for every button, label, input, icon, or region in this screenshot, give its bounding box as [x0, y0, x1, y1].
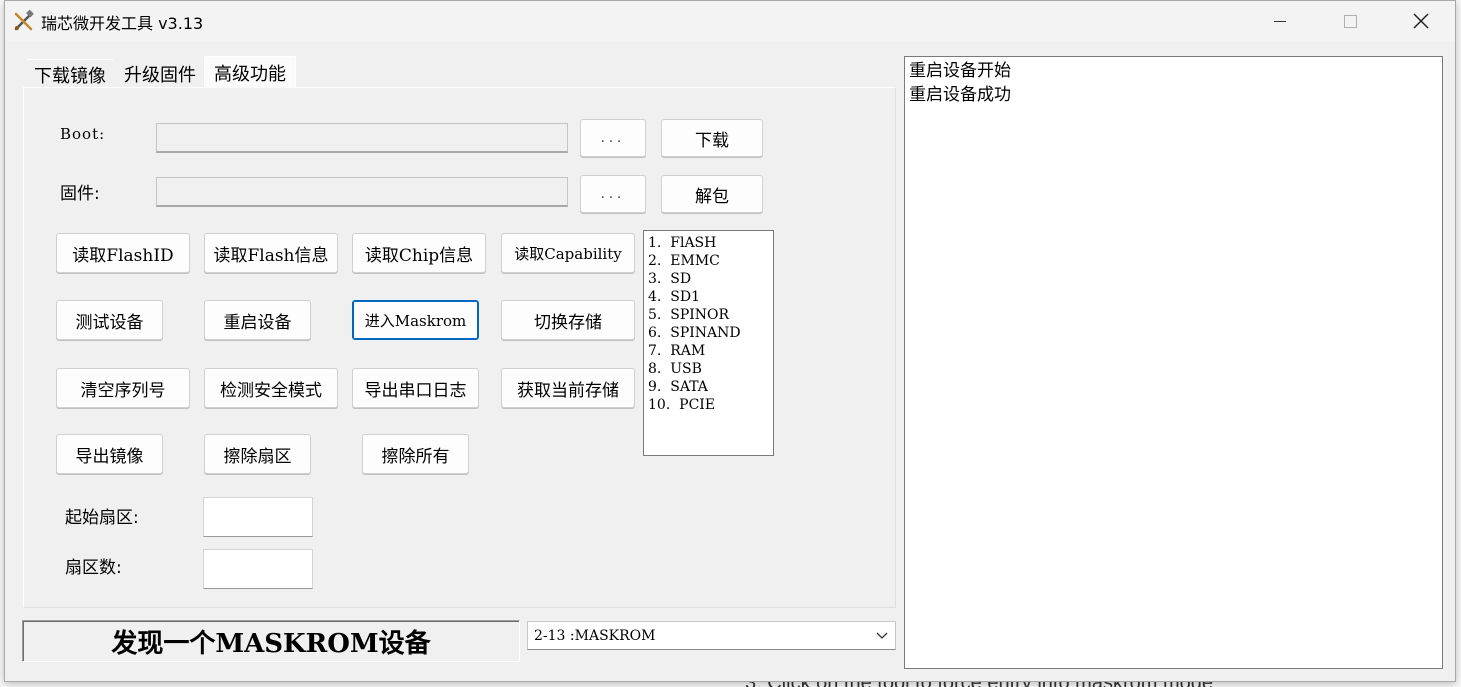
- log-line: 重启设备成功: [909, 85, 1011, 105]
- sector-count-label: 扇区数:: [65, 558, 122, 578]
- close-icon: [1413, 13, 1429, 29]
- firmware-browse-button[interactable]: ...: [580, 175, 646, 213]
- erase-sectors-button[interactable]: 擦除扇区: [204, 434, 311, 474]
- tab-upgrade-firmware[interactable]: 升级固件: [117, 59, 203, 89]
- list-item[interactable]: 6. SPINAND: [648, 324, 769, 342]
- reboot-device-button[interactable]: 重启设备: [204, 300, 311, 340]
- enter-maskrom-button[interactable]: 进入Maskrom: [352, 300, 479, 340]
- boot-path-field[interactable]: [156, 123, 568, 153]
- list-item[interactable]: 1. FlASH: [648, 234, 769, 252]
- read-capability-button[interactable]: 读取Capability: [501, 233, 635, 273]
- log-output[interactable]: 重启设备开始 重启设备成功: [904, 56, 1443, 669]
- firmware-label: 固件:: [60, 184, 100, 204]
- start-sector-input[interactable]: [203, 497, 313, 537]
- boot-label: Boot:: [60, 125, 106, 143]
- maximize-icon: [1343, 14, 1357, 28]
- boot-browse-button[interactable]: ...: [580, 119, 646, 157]
- minimize-icon: [1274, 20, 1286, 22]
- export-serial-log-button[interactable]: 导出串口日志: [352, 368, 479, 408]
- device-select[interactable]: 2-13 :MASKROM: [527, 621, 896, 650]
- erase-all-button[interactable]: 擦除所有: [362, 434, 469, 474]
- read-chip-info-button[interactable]: 读取Chip信息: [352, 233, 486, 273]
- chevron-down-icon: [876, 632, 888, 639]
- tab-advanced[interactable]: 高级功能: [204, 56, 296, 88]
- unpack-button[interactable]: 解包: [661, 175, 763, 213]
- list-item[interactable]: 7. RAM: [648, 342, 769, 360]
- device-select-value: 2-13 :MASKROM: [534, 627, 656, 644]
- start-sector-label: 起始扇区:: [65, 508, 139, 528]
- app-window: 瑞芯微开发工具 v3.13 下载镜像 升级固件 高级功能 Boot: ... 下…: [4, 0, 1456, 682]
- log-line: 重启设备开始: [909, 61, 1011, 81]
- tools-icon: [14, 9, 34, 31]
- maximize-button[interactable]: [1315, 1, 1385, 41]
- read-flash-info-button[interactable]: 读取Flash信息: [204, 233, 338, 273]
- export-image-button[interactable]: 导出镜像: [56, 434, 163, 474]
- list-item[interactable]: 9. SATA: [648, 378, 769, 396]
- download-button[interactable]: 下载: [661, 119, 763, 157]
- window-title: 瑞芯微开发工具 v3.13: [41, 14, 204, 33]
- list-item[interactable]: 3. SD: [648, 270, 769, 288]
- close-button[interactable]: [1386, 1, 1456, 41]
- detect-secure-mode-button[interactable]: 检测安全模式: [204, 368, 338, 408]
- get-current-storage-button[interactable]: 获取当前存储: [501, 368, 635, 408]
- list-item[interactable]: 5. SPINOR: [648, 306, 769, 324]
- list-item[interactable]: 2. EMMC: [648, 252, 769, 270]
- list-item[interactable]: 10. PCIE: [648, 396, 769, 414]
- test-device-button[interactable]: 测试设备: [56, 300, 163, 340]
- firmware-path-field[interactable]: [156, 177, 568, 207]
- tab-download-image[interactable]: 下载镜像: [27, 59, 113, 89]
- list-item[interactable]: 8. USB: [648, 360, 769, 378]
- clear-serial-button[interactable]: 清空序列号: [56, 368, 190, 408]
- read-flash-id-button[interactable]: 读取FlashID: [56, 233, 190, 273]
- minimize-button[interactable]: [1245, 1, 1315, 41]
- sector-count-input[interactable]: [203, 549, 313, 589]
- status-message: 发现一个MASKROM设备: [22, 620, 520, 662]
- list-item[interactable]: 4. SD1: [648, 288, 769, 306]
- switch-storage-button[interactable]: 切换存储: [501, 300, 635, 340]
- storage-listbox[interactable]: 1. FlASH 2. EMMC 3. SD 4. SD1 5. SPINOR …: [643, 230, 774, 456]
- title-bar: 瑞芯微开发工具 v3.13: [5, 1, 1455, 41]
